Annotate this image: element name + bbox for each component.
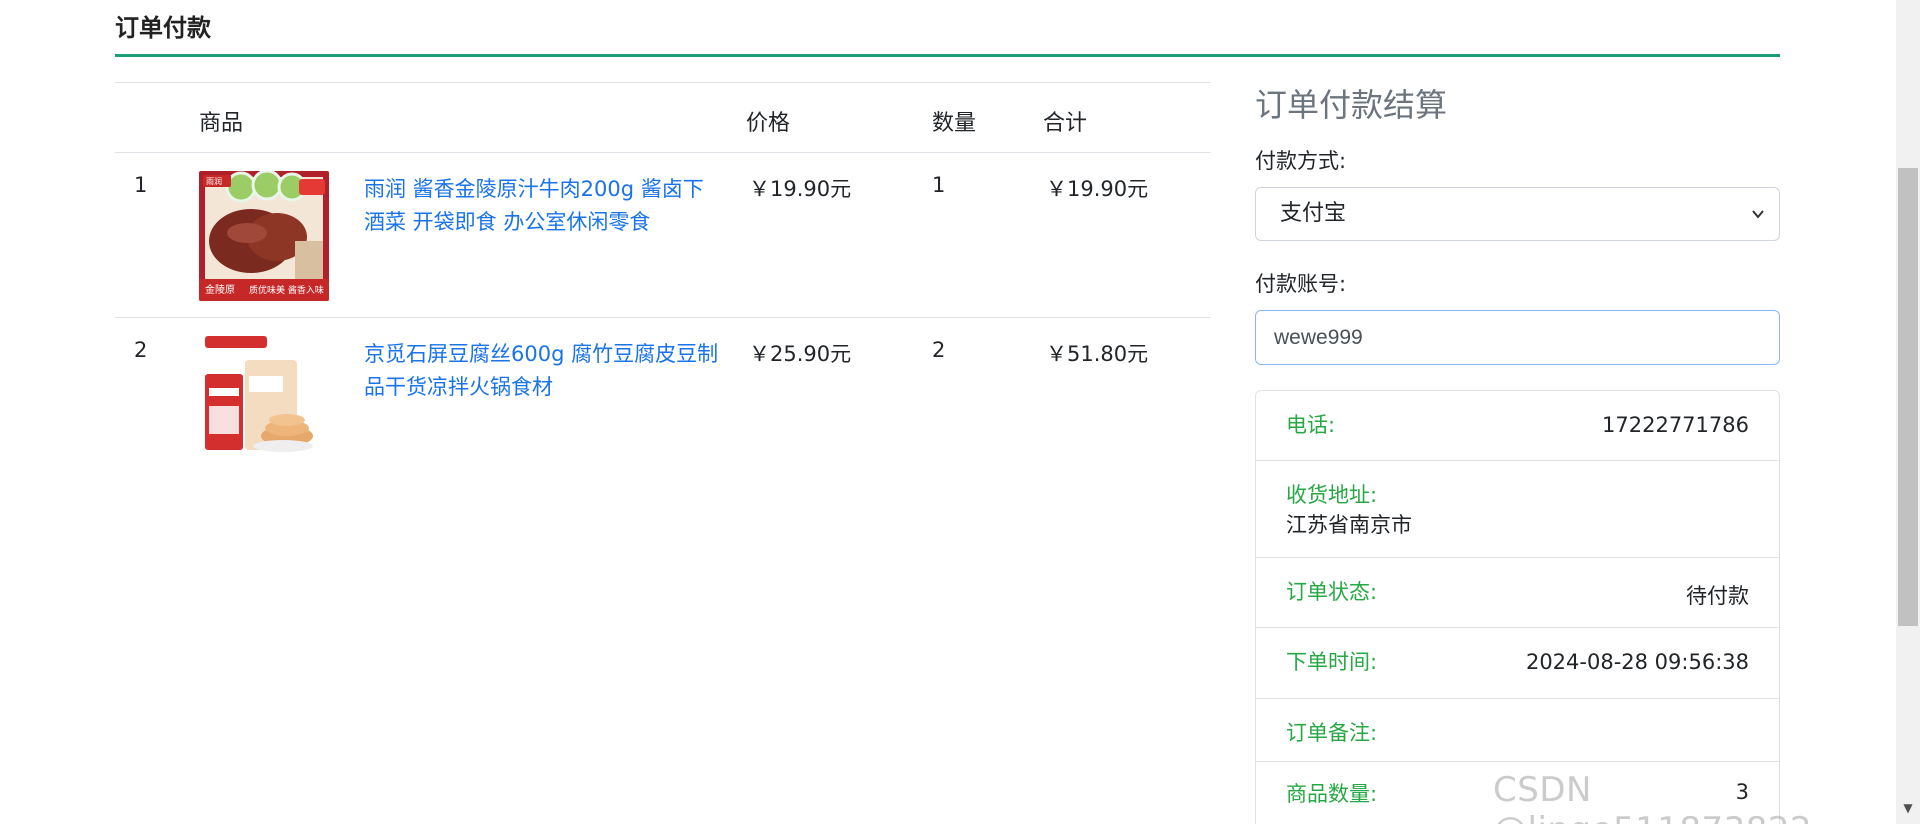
- time-value: 2024-08-28 09:56:38: [1525, 650, 1749, 674]
- svg-text:金陵原: 金陵原: [205, 283, 235, 296]
- page-title: 订单付款: [115, 14, 211, 42]
- beef-product-image[interactable]: 金陵原 质优味美 酱香入味 雨润: [199, 171, 329, 301]
- title-divider: [115, 54, 1780, 57]
- table-row: 2 京觅石屏豆腐丝600g 腐竹豆腐皮豆制品干货凉拌火锅食材 ￥25.90元 2…: [115, 318, 1211, 483]
- address-value: 江苏省南京市: [1286, 513, 1412, 537]
- header-total: 合计: [1043, 111, 1088, 136]
- svg-text:质优味美 酱香入味: 质优味美 酱香入味: [249, 284, 324, 296]
- info-row-phone: 电话: 17222771786: [1256, 391, 1779, 461]
- account-label: 付款账号:: [1255, 272, 1347, 296]
- row-total: ￥19.90元: [1046, 177, 1149, 201]
- table-row: 1 金陵原 质优味美 酱香入味 雨润 雨润 酱香金陵原汁牛肉200g 酱卤下酒菜: [115, 153, 1211, 318]
- count-label: 商品数量:: [1286, 782, 1378, 806]
- account-input[interactable]: [1255, 310, 1780, 365]
- order-info-panel: 电话: 17222771786 收货地址: 江苏省南京市 订单状态: 待付款 下…: [1255, 390, 1780, 824]
- tofu-product-image[interactable]: [199, 336, 329, 466]
- table-header: 商品 价格 数量 合计: [115, 82, 1211, 153]
- header-price: 价格: [746, 111, 791, 136]
- phone-label: 电话:: [1286, 413, 1336, 437]
- chevron-down-icon: [1751, 188, 1765, 261]
- info-row-status: 订单状态: 待付款: [1256, 558, 1779, 628]
- row-price: ￥19.90元: [749, 177, 852, 201]
- phone-value: 17222771786: [1602, 413, 1749, 437]
- status-label: 订单状态:: [1286, 580, 1378, 604]
- row-qty: 2: [932, 338, 946, 362]
- row-qty: 1: [932, 173, 946, 197]
- scrollbar-thumb[interactable]: [1898, 168, 1918, 626]
- svg-text:雨润: 雨润: [206, 176, 222, 186]
- address-label: 收货地址:: [1286, 483, 1378, 507]
- info-row-time: 下单时间: 2024-08-28 09:56:38: [1256, 628, 1779, 699]
- time-label: 下单时间:: [1286, 650, 1378, 674]
- status-value: 待付款: [1686, 584, 1749, 608]
- info-row-remark: 订单备注:: [1256, 699, 1779, 762]
- row-price: ￥25.90元: [749, 342, 852, 366]
- info-row-address: 收货地址: 江苏省南京市: [1256, 461, 1779, 558]
- header-qty: 数量: [932, 111, 977, 136]
- row-index: 1: [134, 173, 148, 197]
- payment-method-select[interactable]: 支付宝: [1255, 187, 1780, 241]
- product-link[interactable]: 雨润 酱香金陵原汁牛肉200g 酱卤下酒菜 开袋即食 办公室休闲零食: [364, 173, 719, 239]
- header-product: 商品: [199, 111, 244, 136]
- product-link[interactable]: 京觅石屏豆腐丝600g 腐竹豆腐皮豆制品干货凉拌火锅食材: [364, 338, 719, 404]
- order-table: 商品 价格 数量 合计 1 金陵原 质优味美 酱香入味 雨润 雨润 酱香金陵原汁…: [115, 82, 1211, 483]
- payment-method-value: 支付宝: [1280, 201, 1347, 226]
- payment-method-label: 付款方式:: [1255, 149, 1347, 173]
- row-total: ￥51.80元: [1046, 342, 1149, 366]
- settlement-title: 订单付款结算: [1255, 86, 1448, 124]
- remark-label: 订单备注:: [1286, 721, 1378, 745]
- row-index: 2: [134, 338, 148, 362]
- watermark: CSDN @linge511873822: [1493, 770, 1812, 824]
